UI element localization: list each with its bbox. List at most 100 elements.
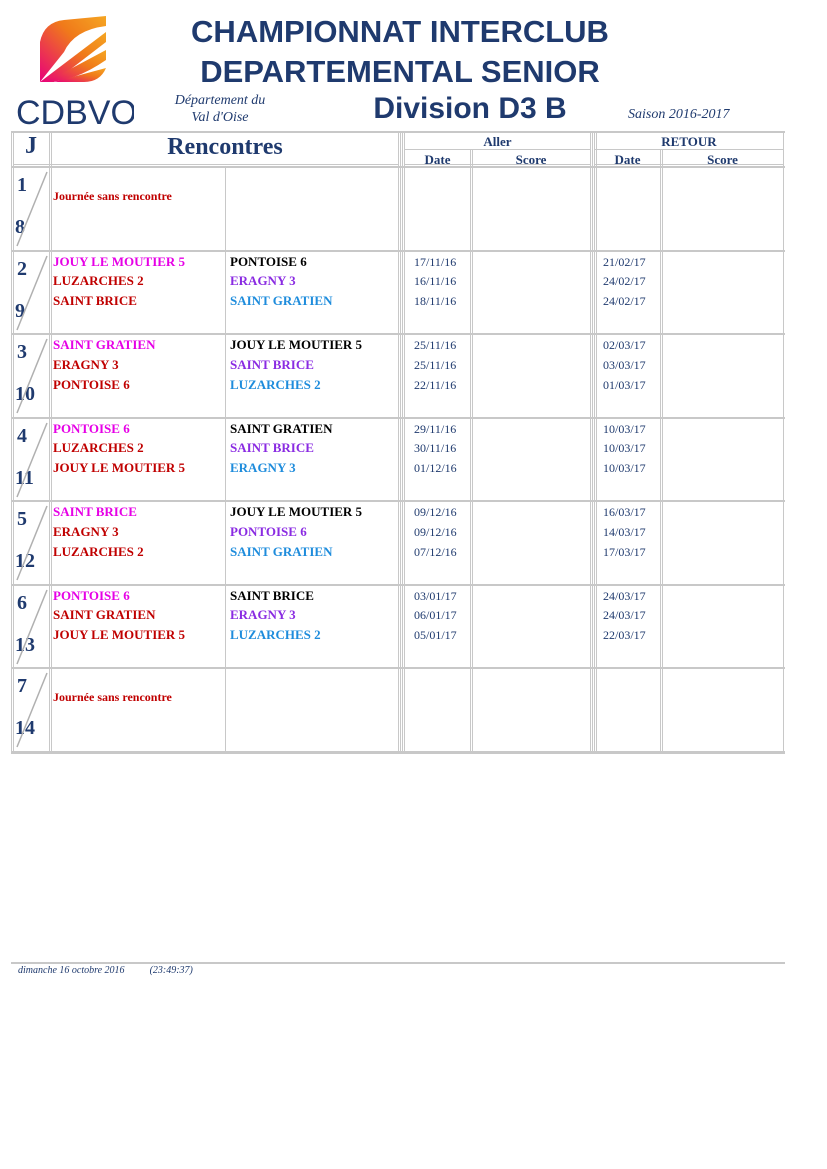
aller-date: 07/12/16 xyxy=(414,544,457,559)
retour-date: 16/03/17 xyxy=(603,505,646,519)
retour-date: 24/02/17 xyxy=(603,274,646,289)
aller-sub-divider xyxy=(405,149,590,150)
away-team: LUZARCHES 2 xyxy=(230,376,321,392)
retour-date: 03/03/17 xyxy=(603,357,646,372)
grid-vline xyxy=(225,166,226,751)
retour-date: 21/02/17 xyxy=(603,254,646,269)
grid-vline xyxy=(402,131,403,751)
grid-vline xyxy=(49,131,50,751)
aller-date: 29/11/16 xyxy=(414,421,457,436)
home-team: PONTOISE 6 xyxy=(53,587,130,603)
round-slash xyxy=(16,255,48,330)
aller-date: 01/12/16 xyxy=(414,461,457,476)
away-team: ERAGNY 3 xyxy=(230,607,296,623)
away-team: SAINT GRATIEN xyxy=(230,293,333,309)
grid-vline xyxy=(660,150,661,751)
header-bottom xyxy=(595,164,783,165)
away-team: SAINT BRICE xyxy=(230,587,314,603)
aller-date: 22/11/16 xyxy=(414,377,457,392)
round-slash xyxy=(16,589,48,664)
header-bottom xyxy=(13,164,399,165)
retour-date: 10/03/17 xyxy=(603,461,646,476)
home-team: SAINT BRICE xyxy=(53,504,137,519)
grid-vline xyxy=(51,131,52,751)
away-team: ERAGNY 3 xyxy=(230,273,296,289)
away-team: SAINT GRATIEN xyxy=(230,543,333,559)
home-team: PONTOISE 6 xyxy=(53,420,130,436)
retour-date: 01/03/17 xyxy=(603,377,646,392)
row-separator xyxy=(11,500,785,502)
footer-date: dimanche 16 octobre 2016 xyxy=(18,965,125,976)
grid-vline xyxy=(398,131,399,751)
aller-date: 16/11/16 xyxy=(414,274,457,289)
row-separator xyxy=(11,333,785,335)
home-team: PONTOISE 6 xyxy=(53,376,130,392)
row-separator xyxy=(11,249,785,252)
round-slash xyxy=(16,505,48,581)
home-team: LUZARCHES 2 xyxy=(53,273,144,289)
retour-date: 10/03/17 xyxy=(603,421,646,436)
aller-date: 03/01/17 xyxy=(414,588,457,603)
footer-rule xyxy=(11,962,785,964)
aller-date: 05/01/17 xyxy=(414,628,457,643)
away-team: JOUY LE MOUTIER 5 xyxy=(230,504,363,519)
round-slash xyxy=(16,672,48,748)
round-slash xyxy=(16,338,48,414)
grid-vline xyxy=(590,131,591,751)
aller-date: 06/01/17 xyxy=(414,608,457,623)
away-team: ERAGNY 3 xyxy=(230,460,296,476)
no-match-label: Journée sans rencontre xyxy=(53,189,172,203)
away-team: SAINT GRATIEN xyxy=(230,420,333,436)
col-j-header: J xyxy=(25,133,37,159)
home-team: JOUY LE MOUTIER 5 xyxy=(53,460,186,476)
aller-date: 25/11/16 xyxy=(414,338,457,352)
aller-date: 30/11/16 xyxy=(414,441,457,456)
retour-date: 10/03/17 xyxy=(603,441,646,456)
row-separator xyxy=(11,667,785,669)
round-slash xyxy=(16,171,48,247)
retour-date: 24/03/17 xyxy=(603,588,646,603)
schedule-table: J Rencontres Aller RETOUR Date Score Dat… xyxy=(0,0,827,800)
aller-header: Aller xyxy=(483,134,512,149)
retour-sub-divider xyxy=(595,149,783,150)
home-team: JOUY LE MOUTIER 5 xyxy=(53,627,186,643)
home-team: JOUY LE MOUTIER 5 xyxy=(53,253,186,269)
aller-date: 18/11/16 xyxy=(414,294,457,309)
grid-vline xyxy=(472,150,473,751)
home-team: LUZARCHES 2 xyxy=(53,440,144,456)
footer-timestamp: dimanche 16 octobre 2016 (23:49:37) xyxy=(18,965,193,976)
row-separator xyxy=(11,416,785,419)
home-team: SAINT BRICE xyxy=(53,293,137,309)
retour-date: 17/03/17 xyxy=(603,544,646,559)
aller-date: 25/11/16 xyxy=(414,357,457,372)
home-team: ERAGNY 3 xyxy=(53,356,119,372)
retour-date: 24/02/17 xyxy=(603,294,646,309)
away-team: PONTOISE 6 xyxy=(230,253,307,269)
row-separator xyxy=(11,166,785,168)
home-team: SAINT GRATIEN xyxy=(53,607,156,623)
grid-vline xyxy=(783,131,784,751)
grid-vline xyxy=(662,150,663,751)
grid-vline xyxy=(596,131,597,751)
aller-date: 09/12/16 xyxy=(414,505,457,519)
grid-vline xyxy=(470,150,471,751)
home-team: SAINT GRATIEN xyxy=(53,337,156,352)
grid-vline xyxy=(400,131,401,751)
away-team: LUZARCHES 2 xyxy=(230,627,321,643)
grid-vline xyxy=(404,131,405,751)
row-separator xyxy=(11,583,785,586)
header-bottom xyxy=(405,164,590,165)
retour-date: 22/03/17 xyxy=(603,628,646,643)
retour-date: 02/03/17 xyxy=(603,338,646,352)
away-team: SAINT BRICE xyxy=(230,440,314,456)
col-rencontres-header: Rencontres xyxy=(167,134,283,160)
grid-vline xyxy=(592,131,593,751)
home-team: ERAGNY 3 xyxy=(53,523,119,539)
retour-header: RETOUR xyxy=(661,134,717,149)
aller-date: 17/11/16 xyxy=(414,254,457,269)
round-slash xyxy=(16,422,48,497)
retour-date: 14/03/17 xyxy=(603,524,646,539)
row-separator xyxy=(11,750,785,753)
aller-date: 09/12/16 xyxy=(414,524,457,539)
grid-vline xyxy=(11,131,12,751)
